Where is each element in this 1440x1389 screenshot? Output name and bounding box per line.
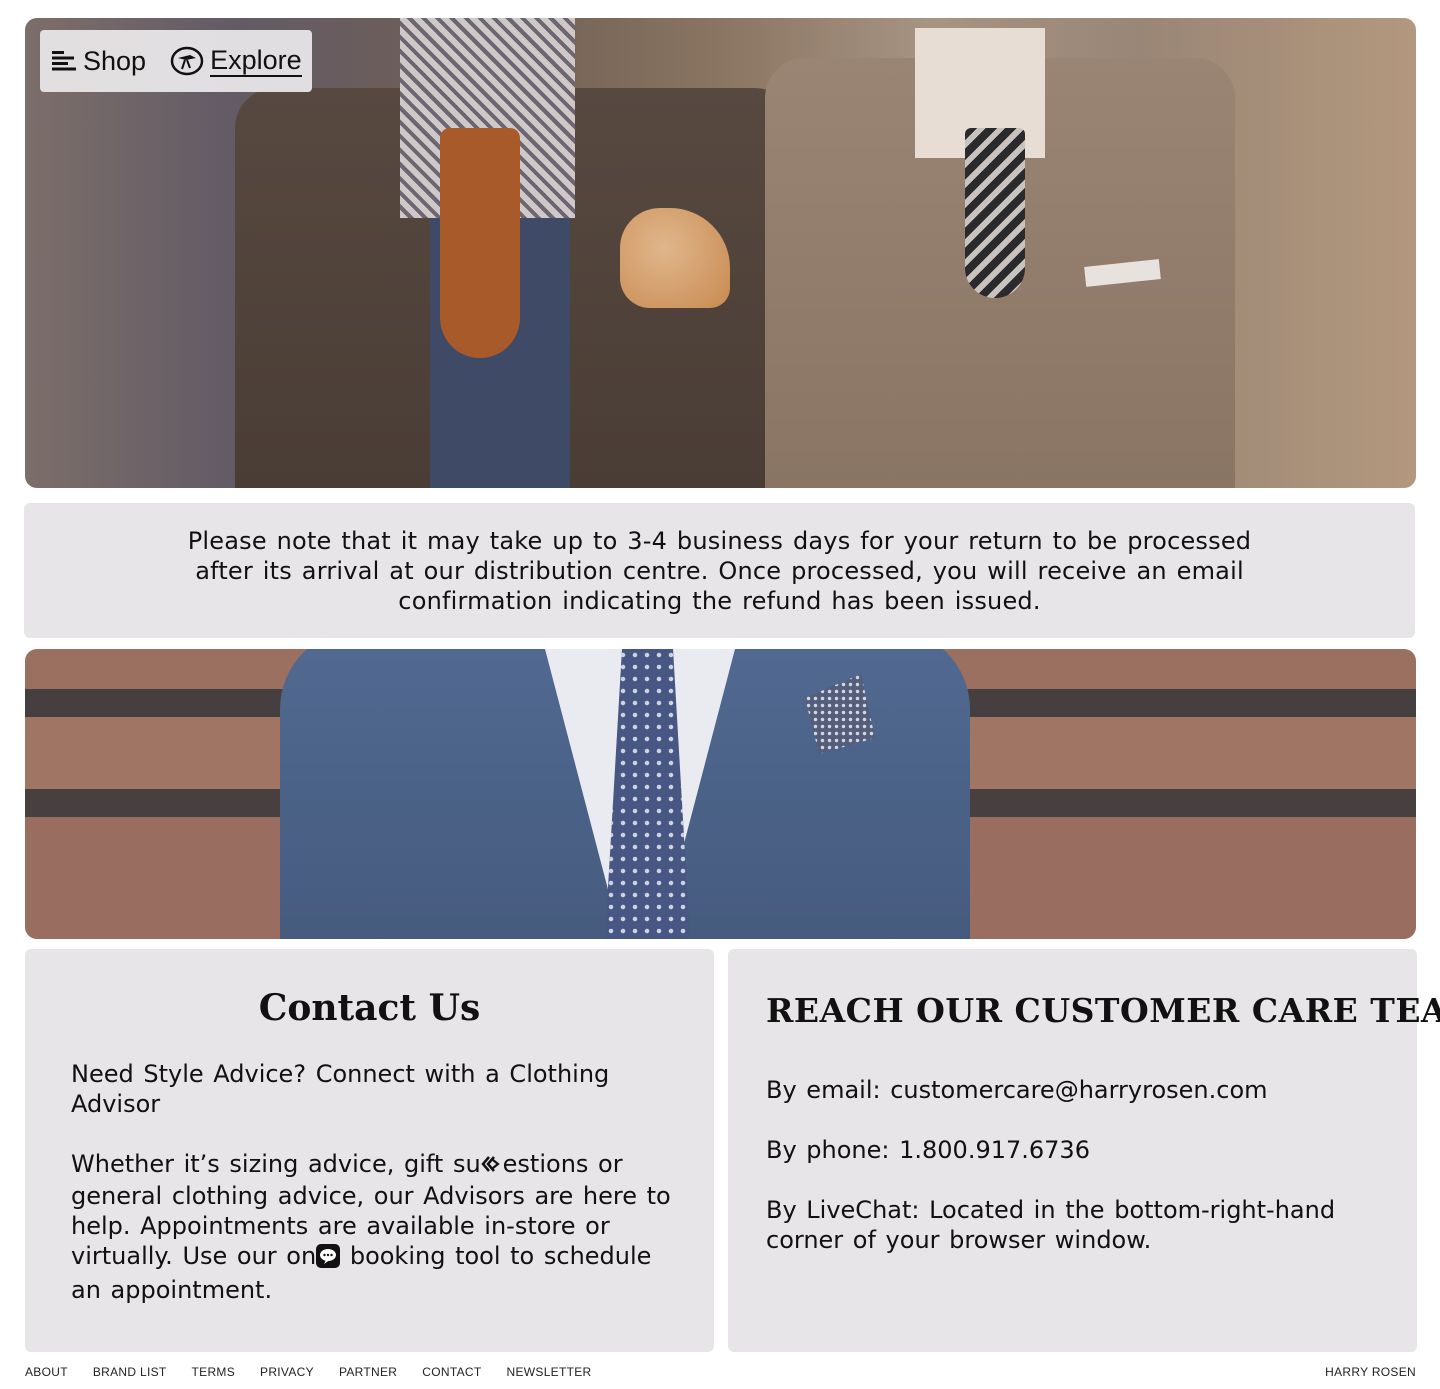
care-email-line[interactable]: By email: customercare@harryrosen.com: [766, 1075, 1386, 1105]
image-wash-overlay: [25, 649, 1416, 939]
care-livechat-line: By LiveChat: Located in the bottom-right…: [766, 1196, 1336, 1254]
code-chevrons-icon: [481, 1151, 503, 1181]
shop-nav-button[interactable]: Shop: [51, 46, 146, 77]
mini-nav: Shop Explore: [40, 30, 312, 92]
paisley-tie-graphic: [440, 128, 520, 358]
footer-link-partner[interactable]: PARTNER: [339, 1365, 397, 1379]
striped-tie-graphic: [965, 128, 1025, 298]
compass-icon: [170, 46, 204, 76]
returns-notice: Please note that it may take up to 3-4 b…: [24, 503, 1415, 638]
contact-us-card: Contact Us Need Style Advice? Connect wi…: [25, 949, 714, 1352]
menu-lines-icon: [51, 49, 77, 73]
footer-link-privacy[interactable]: PRIVACY: [260, 1365, 314, 1379]
explore-nav-button[interactable]: Explore: [170, 45, 302, 77]
footer-link-newsletter[interactable]: NEWSLETTER: [507, 1365, 592, 1379]
notice-text: Please note that it may take up to 3-4 b…: [187, 526, 1252, 615]
contact-body: Whether it’s sizing advice, gift su estio…: [71, 1149, 681, 1305]
footer-link-contact[interactable]: CONTACT: [422, 1365, 481, 1379]
footer-link-brand-list[interactable]: BRAND LIST: [93, 1365, 167, 1379]
footer-link-about[interactable]: ABOUT: [25, 1365, 68, 1379]
footer-brand-link[interactable]: HARRY ROSEN: [1325, 1365, 1416, 1379]
contact-subtitle: Need Style Advice? Connect with a Clothi…: [71, 1060, 610, 1118]
chat-bubble-icon: [316, 1244, 341, 1275]
care-phone-line[interactable]: By phone: 1.800.917.6736: [766, 1135, 1386, 1165]
care-title: REACH OUR CUSTOMER CARE TEAM: [766, 991, 1440, 1030]
customer-care-card: REACH OUR CUSTOMER CARE TEAM By email: c…: [728, 949, 1440, 1352]
shop-label: Shop: [83, 45, 147, 76]
footer-link-terms[interactable]: TERMS: [192, 1365, 236, 1379]
footer: ABOUT BRAND LIST TERMS PRIVACY PARTNER C…: [25, 1362, 1416, 1382]
contact-body-part1: Whether it’s sizing advice, gift su: [71, 1150, 481, 1178]
hero-image-navy-suit: [25, 649, 1416, 939]
explore-label: Explore: [210, 45, 302, 77]
contact-title: Contact Us: [258, 987, 481, 1029]
